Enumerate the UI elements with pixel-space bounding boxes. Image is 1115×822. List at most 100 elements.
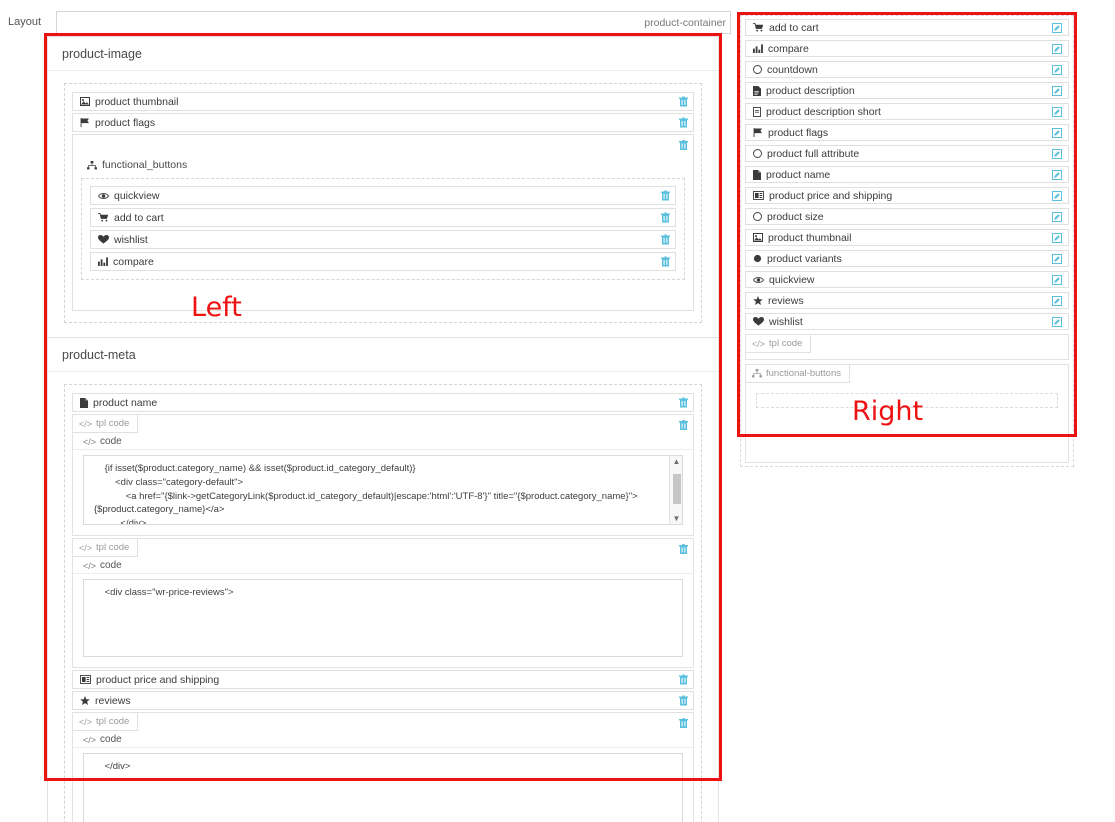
- available-widget-wishlist[interactable]: wishlist: [745, 313, 1069, 330]
- trash-icon[interactable]: [679, 544, 688, 555]
- file-text-icon: [753, 85, 761, 96]
- available-widget-product-size[interactable]: product size: [745, 208, 1069, 225]
- file-icon: [753, 169, 761, 180]
- price-icon: [80, 675, 91, 684]
- trash-icon[interactable]: [661, 190, 670, 201]
- edit-icon[interactable]: [1052, 253, 1062, 264]
- edit-icon[interactable]: [1052, 127, 1062, 138]
- edit-icon[interactable]: [1052, 274, 1062, 285]
- widget-label: compare: [113, 255, 154, 268]
- available-tpl-code-block[interactable]: </> tpl code: [745, 334, 1069, 360]
- edit-icon[interactable]: [1052, 169, 1062, 180]
- hook-body-product-meta: product name </> tpl code </> code {if i…: [48, 372, 718, 822]
- available-widget-label: reviews: [768, 294, 804, 307]
- tpl-badge-label: tpl code: [96, 542, 130, 553]
- scrollbar-thumb[interactable]: [673, 474, 681, 504]
- eye-icon: [98, 192, 109, 200]
- available-widget-countdown[interactable]: countdown: [745, 61, 1069, 78]
- trash-icon[interactable]: [679, 397, 688, 408]
- trash-icon[interactable]: [679, 674, 688, 685]
- code-icon: </>: [83, 436, 97, 447]
- widget-row-reviews[interactable]: reviews: [72, 691, 694, 710]
- file-short-icon: [753, 106, 761, 117]
- price-icon: [753, 191, 764, 200]
- trash-icon[interactable]: [661, 234, 670, 245]
- hook-body-product-image: product thumbnail product flags function…: [48, 71, 718, 337]
- code-textarea-3[interactable]: </div>: [83, 753, 683, 822]
- edit-icon[interactable]: [1052, 106, 1062, 117]
- tpl-code-badge: </> tpl code: [73, 539, 139, 557]
- available-widget-product-description[interactable]: product description: [745, 82, 1069, 99]
- available-widget-product-variants[interactable]: product variants: [745, 250, 1069, 267]
- edit-icon[interactable]: [1052, 190, 1062, 201]
- code-icon: </>: [752, 338, 766, 349]
- widget-label: add to cart: [114, 211, 164, 224]
- clock-icon: [753, 65, 762, 74]
- edit-icon[interactable]: [1052, 43, 1062, 54]
- available-widget-compare[interactable]: compare: [745, 40, 1069, 57]
- dropzone-product-meta[interactable]: product name </> tpl code </> code {if i…: [64, 384, 702, 822]
- product-container-tag: product-container: [644, 17, 726, 29]
- dropzone-functional-buttons[interactable]: quickview add to cart wishlist compare: [81, 178, 685, 280]
- widget-group-functional-buttons[interactable]: functional_buttons quickview add to cart…: [72, 134, 694, 311]
- available-widget-product-thumbnail[interactable]: product thumbnail: [745, 229, 1069, 246]
- code-icon: </>: [79, 542, 93, 553]
- widget-row-product-price-and-shipping[interactable]: product price and shipping: [72, 670, 694, 689]
- code-icon: </>: [79, 716, 93, 727]
- widget-row-add-to-cart[interactable]: add to cart: [90, 208, 676, 227]
- trash-icon[interactable]: [679, 117, 688, 128]
- trash-icon[interactable]: [679, 695, 688, 706]
- widget-row-wishlist[interactable]: wishlist: [90, 230, 676, 249]
- code-textarea-1[interactable]: {if isset($product.category_name) && iss…: [83, 455, 683, 525]
- group-label: functional_buttons: [102, 159, 188, 171]
- edit-icon[interactable]: [1052, 211, 1062, 222]
- trash-icon[interactable]: [661, 256, 670, 267]
- available-widget-product-flags[interactable]: product flags: [745, 124, 1069, 141]
- code-label-text: code: [100, 734, 122, 745]
- edit-icon[interactable]: [1052, 148, 1062, 159]
- scroll-down-icon[interactable]: ▼: [670, 513, 682, 524]
- edit-icon[interactable]: [1052, 232, 1062, 243]
- widget-row-product-thumbnail[interactable]: product thumbnail: [72, 92, 694, 111]
- available-widget-product-description-short[interactable]: product description short: [745, 103, 1069, 120]
- available-widget-product-name[interactable]: product name: [745, 166, 1069, 183]
- code-field-label: </> code: [73, 731, 693, 748]
- code-label-text: code: [100, 560, 122, 571]
- code-scrollbar[interactable]: ▲ ▼: [669, 456, 682, 524]
- code-label-text: code: [100, 436, 122, 447]
- code-textarea-2[interactable]: <div class="wr-price-reviews">: [83, 579, 683, 657]
- trash-icon[interactable]: [679, 140, 688, 151]
- edit-icon[interactable]: [1052, 316, 1062, 327]
- trash-icon[interactable]: [679, 718, 688, 729]
- tpl-code-block-1[interactable]: </> tpl code </> code {if isset($product…: [72, 414, 694, 536]
- trash-icon[interactable]: [679, 420, 688, 431]
- edit-icon[interactable]: [1052, 85, 1062, 96]
- available-widget-add-to-cart[interactable]: add to cart: [745, 19, 1069, 36]
- available-widget-reviews[interactable]: reviews: [745, 292, 1069, 309]
- code-content: {if isset($product.category_name) && iss…: [94, 463, 638, 525]
- code-icon: </>: [83, 734, 97, 745]
- tpl-code-block-3[interactable]: </> tpl code </> code </div>: [72, 712, 694, 822]
- widget-row-compare[interactable]: compare: [90, 252, 676, 271]
- dropzone-product-image[interactable]: product thumbnail product flags function…: [64, 83, 702, 323]
- available-widget-product-full-attribute[interactable]: product full attribute: [745, 145, 1069, 162]
- edit-icon[interactable]: [1052, 295, 1062, 306]
- available-widget-quickview[interactable]: quickview: [745, 271, 1069, 288]
- scroll-up-icon[interactable]: ▲: [670, 456, 682, 467]
- available-widget-label: product full attribute: [767, 147, 860, 160]
- widget-row-product-flags[interactable]: product flags: [72, 113, 694, 132]
- product-container-field[interactable]: product-container: [56, 11, 731, 34]
- trash-icon[interactable]: [661, 212, 670, 223]
- available-widget-product-price-and-shipping[interactable]: product price and shipping: [745, 187, 1069, 204]
- available-widget-label: product flags: [768, 126, 829, 139]
- tpl-code-block-2[interactable]: </> tpl code </> code <div class="wr-pri…: [72, 538, 694, 668]
- edit-icon[interactable]: [1052, 64, 1062, 75]
- code-content: </div>: [94, 761, 131, 772]
- trash-icon[interactable]: [679, 96, 688, 107]
- widget-row-quickview[interactable]: quickview: [90, 186, 676, 205]
- available-widget-label: product variants: [767, 252, 842, 265]
- edit-icon[interactable]: [1052, 22, 1062, 33]
- image-icon: [80, 97, 90, 106]
- available-widget-label: product description: [766, 84, 855, 97]
- widget-row-product-name[interactable]: product name: [72, 393, 694, 412]
